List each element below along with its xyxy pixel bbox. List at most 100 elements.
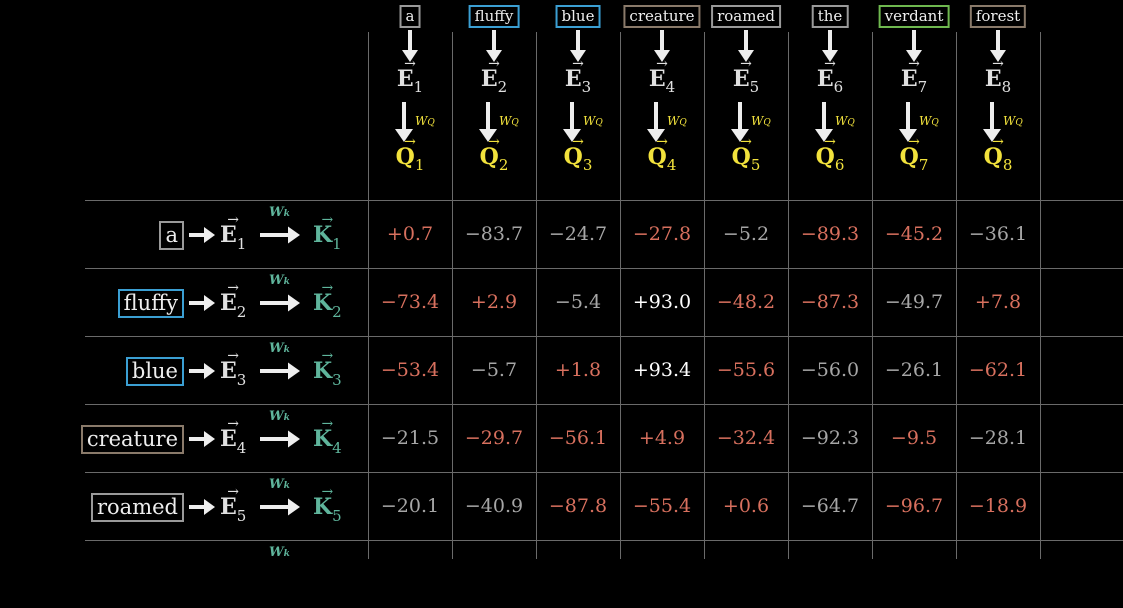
score-cell: −36.1 — [968, 223, 1028, 245]
wk-subscript: k — [283, 549, 290, 559]
wk-symbol: W — [269, 545, 284, 560]
wq-matrix-label: WQ — [835, 114, 855, 128]
embedding-vector-label-arrow-accent: → — [227, 416, 240, 432]
query-vector-label: → Q8 — [984, 134, 1013, 174]
column-token-roamed: roamed — [711, 5, 781, 28]
right-arrow-icon — [189, 431, 215, 447]
right-arrow-icon — [189, 363, 215, 379]
score-cell: +0.7 — [386, 223, 434, 245]
query-vector-label: → Q2 — [480, 134, 509, 174]
score-cell: −40.9 — [464, 495, 524, 517]
embedding-vector-label-subscript: 2 — [497, 78, 508, 96]
column-token-the: the — [811, 5, 849, 28]
embedding-vector-label-arrow-accent: → — [992, 56, 1004, 72]
score-cell: −18.9 — [968, 495, 1028, 517]
key-vector-label: → K3 — [313, 348, 342, 389]
wk-subscript: k — [283, 345, 290, 355]
wk-matrix-label: Wk — [269, 273, 290, 288]
embedding-vector-label-subscript: 6 — [833, 78, 844, 96]
right-arrow-icon — [189, 499, 215, 515]
embedding-vector-label-arrow-accent: → — [824, 56, 836, 72]
embedding-vector-label-subscript: 1 — [236, 235, 247, 253]
wq-matrix-label: WQ — [751, 114, 771, 128]
wq-subscript: Q — [847, 118, 855, 128]
key-vector-label-arrow-accent: → — [321, 212, 334, 228]
wq-symbol: W — [1003, 114, 1016, 128]
embedding-vector-label-arrow-accent: → — [227, 484, 240, 500]
wk-matrix-label: Wk — [269, 477, 290, 492]
right-arrow-icon — [260, 430, 300, 448]
embedding-vector-label-subscript: 4 — [665, 78, 676, 96]
score-cell: −49.7 — [884, 291, 944, 313]
key-vector-label: → K4 — [313, 416, 342, 457]
key-vector-label-arrow-accent: → — [321, 416, 334, 432]
score-cell: −24.7 — [548, 223, 608, 245]
wq-symbol: W — [415, 114, 428, 128]
embedding-vector-label: → E3 — [565, 56, 591, 96]
wk-symbol: W — [269, 477, 284, 492]
score-cell: −26.1 — [884, 359, 944, 381]
key-vector-label: → K2 — [313, 280, 342, 321]
wk-matrix-label: Wk — [269, 409, 290, 424]
row-token-roamed: roamed — [91, 493, 184, 522]
attention-score-diagram: a → E1 WQ → Q1 fluffy → E2 WQ → Q2 blue → E3 WQ → Q3 creat… — [0, 0, 1123, 560]
score-cell: +4.9 — [638, 427, 686, 449]
wk-symbol: W — [269, 409, 284, 424]
query-vector-label: → Q1 — [396, 134, 425, 174]
wq-matrix-label: WQ — [919, 114, 939, 128]
column-token-fluffy: fluffy — [468, 5, 520, 28]
embedding-vector-label: → E5 — [733, 56, 759, 96]
wq-subscript: Q — [1015, 118, 1023, 128]
query-vector-label: → Q4 — [648, 134, 677, 174]
wq-subscript: Q — [427, 118, 435, 128]
key-vector-label: → K1 — [313, 212, 342, 253]
grid-column-line — [1040, 32, 1041, 559]
query-vector-label: → Q5 — [732, 134, 761, 174]
embedding-vector-label-subscript: 7 — [917, 78, 928, 96]
key-vector-label-subscript: 5 — [332, 507, 342, 525]
right-arrow-icon — [260, 362, 300, 380]
wq-subscript: Q — [595, 118, 603, 128]
row-header-5: roamed → E5 Wk → K5 — [0, 472, 368, 540]
wq-symbol: W — [667, 114, 680, 128]
score-cell: −48.2 — [716, 291, 776, 313]
embedding-vector-label-arrow-accent: → — [488, 56, 500, 72]
query-vector-label-subscript: 3 — [582, 156, 593, 174]
query-vector-label-subscript: 5 — [750, 156, 761, 174]
wq-subscript: Q — [931, 118, 939, 128]
key-vector-label-subscript: 2 — [332, 303, 342, 321]
query-vector-label: → Q3 — [564, 134, 593, 174]
row-token-creature: creature — [80, 425, 184, 454]
embedding-vector-label: → E4 — [220, 416, 246, 457]
row-header-3: blue → E3 Wk → K3 — [0, 336, 368, 404]
column-header-7: verdant → E7 WQ → Q7 — [872, 0, 956, 200]
right-arrow-icon — [260, 294, 300, 312]
embedding-vector-label-arrow-accent: → — [572, 56, 584, 72]
score-cell: −5.7 — [470, 359, 518, 381]
column-header-1: a → E1 WQ → Q1 — [368, 0, 452, 200]
score-cell: −45.2 — [884, 223, 944, 245]
query-vector-label-subscript: 6 — [834, 156, 845, 174]
score-cell: −29.7 — [464, 427, 524, 449]
wq-symbol: W — [583, 114, 596, 128]
wk-symbol: W — [269, 205, 284, 220]
query-vector-label: → Q7 — [900, 134, 929, 174]
score-cell: −21.5 — [380, 427, 440, 449]
right-arrow-icon — [260, 226, 300, 244]
column-header-6: the → E6 WQ → Q 6 — [788, 0, 872, 200]
row-token-a: a — [159, 221, 184, 250]
wk-subscript: k — [283, 481, 290, 491]
right-arrow-icon — [189, 295, 215, 311]
row-header-1: a → E1 Wk → K1 — [0, 200, 368, 268]
embedding-vector-label-subscript: 3 — [581, 78, 592, 96]
column-header-4: creature → E4 WQ → Q4 — [620, 0, 704, 200]
embedding-vector-label-arrow-accent: → — [740, 56, 752, 72]
wk-symbol: W — [269, 273, 284, 288]
query-vector-label-arrow-accent: → — [908, 134, 920, 150]
embedding-vector-label: → E6 — [817, 56, 843, 96]
wk-subscript: k — [283, 277, 290, 287]
score-cell: −96.7 — [884, 495, 944, 517]
key-vector-label-arrow-accent: → — [321, 348, 334, 364]
embedding-vector-label: → E4 — [649, 56, 675, 96]
score-cell: −62.1 — [968, 359, 1028, 381]
